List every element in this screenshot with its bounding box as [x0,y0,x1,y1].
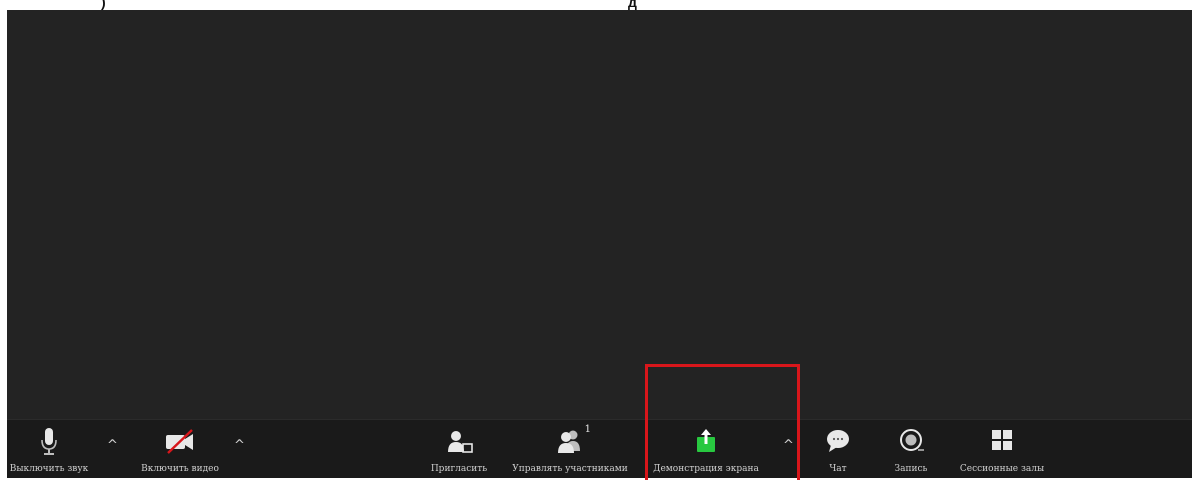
manage-participants-label: Управлять участниками [512,464,628,474]
chat-button[interactable]: Чат [825,426,851,474]
start-video-label: Включить видео [141,464,219,474]
top-text-strip: ) д [0,0,1192,10]
invite-button[interactable]: Пригласить [431,426,487,474]
start-video-button[interactable]: Включить видео [141,426,219,474]
chat-label: Чат [829,464,847,474]
manage-participants-button[interactable]: 1 Управлять участниками [512,424,627,474]
breakout-rooms-button[interactable]: Сессионные залы [960,426,1044,474]
participants-count-badge: 1 [584,424,591,435]
video-off-icon [166,429,193,454]
share-screen-highlight-box [645,364,800,480]
audio-options-caret[interactable]: ^ [107,438,118,453]
chat-bubble-icon [827,430,849,452]
cropped-text-right: д [628,0,637,10]
video-options-caret[interactable]: ^ [234,438,245,453]
participants-icon [558,430,580,453]
record-label: Запись [894,464,928,474]
cropped-text-left: ) [101,0,106,10]
invite-person-icon [448,431,473,453]
record-button[interactable]: Запись [895,426,927,474]
mute-label: Выключить звук [9,464,89,474]
record-icon [900,429,924,451]
meeting-toolbar: Выключить звук ^ Включить видео ^ Пригла… [7,419,1192,478]
mute-button[interactable]: Выключить звук [10,426,88,474]
breakout-rooms-grid-icon [992,430,1012,450]
breakout-rooms-label: Сессионные залы [959,464,1045,474]
meeting-video-area [7,10,1192,477]
microphone-icon [41,428,57,455]
invite-label: Пригласить [430,464,488,474]
